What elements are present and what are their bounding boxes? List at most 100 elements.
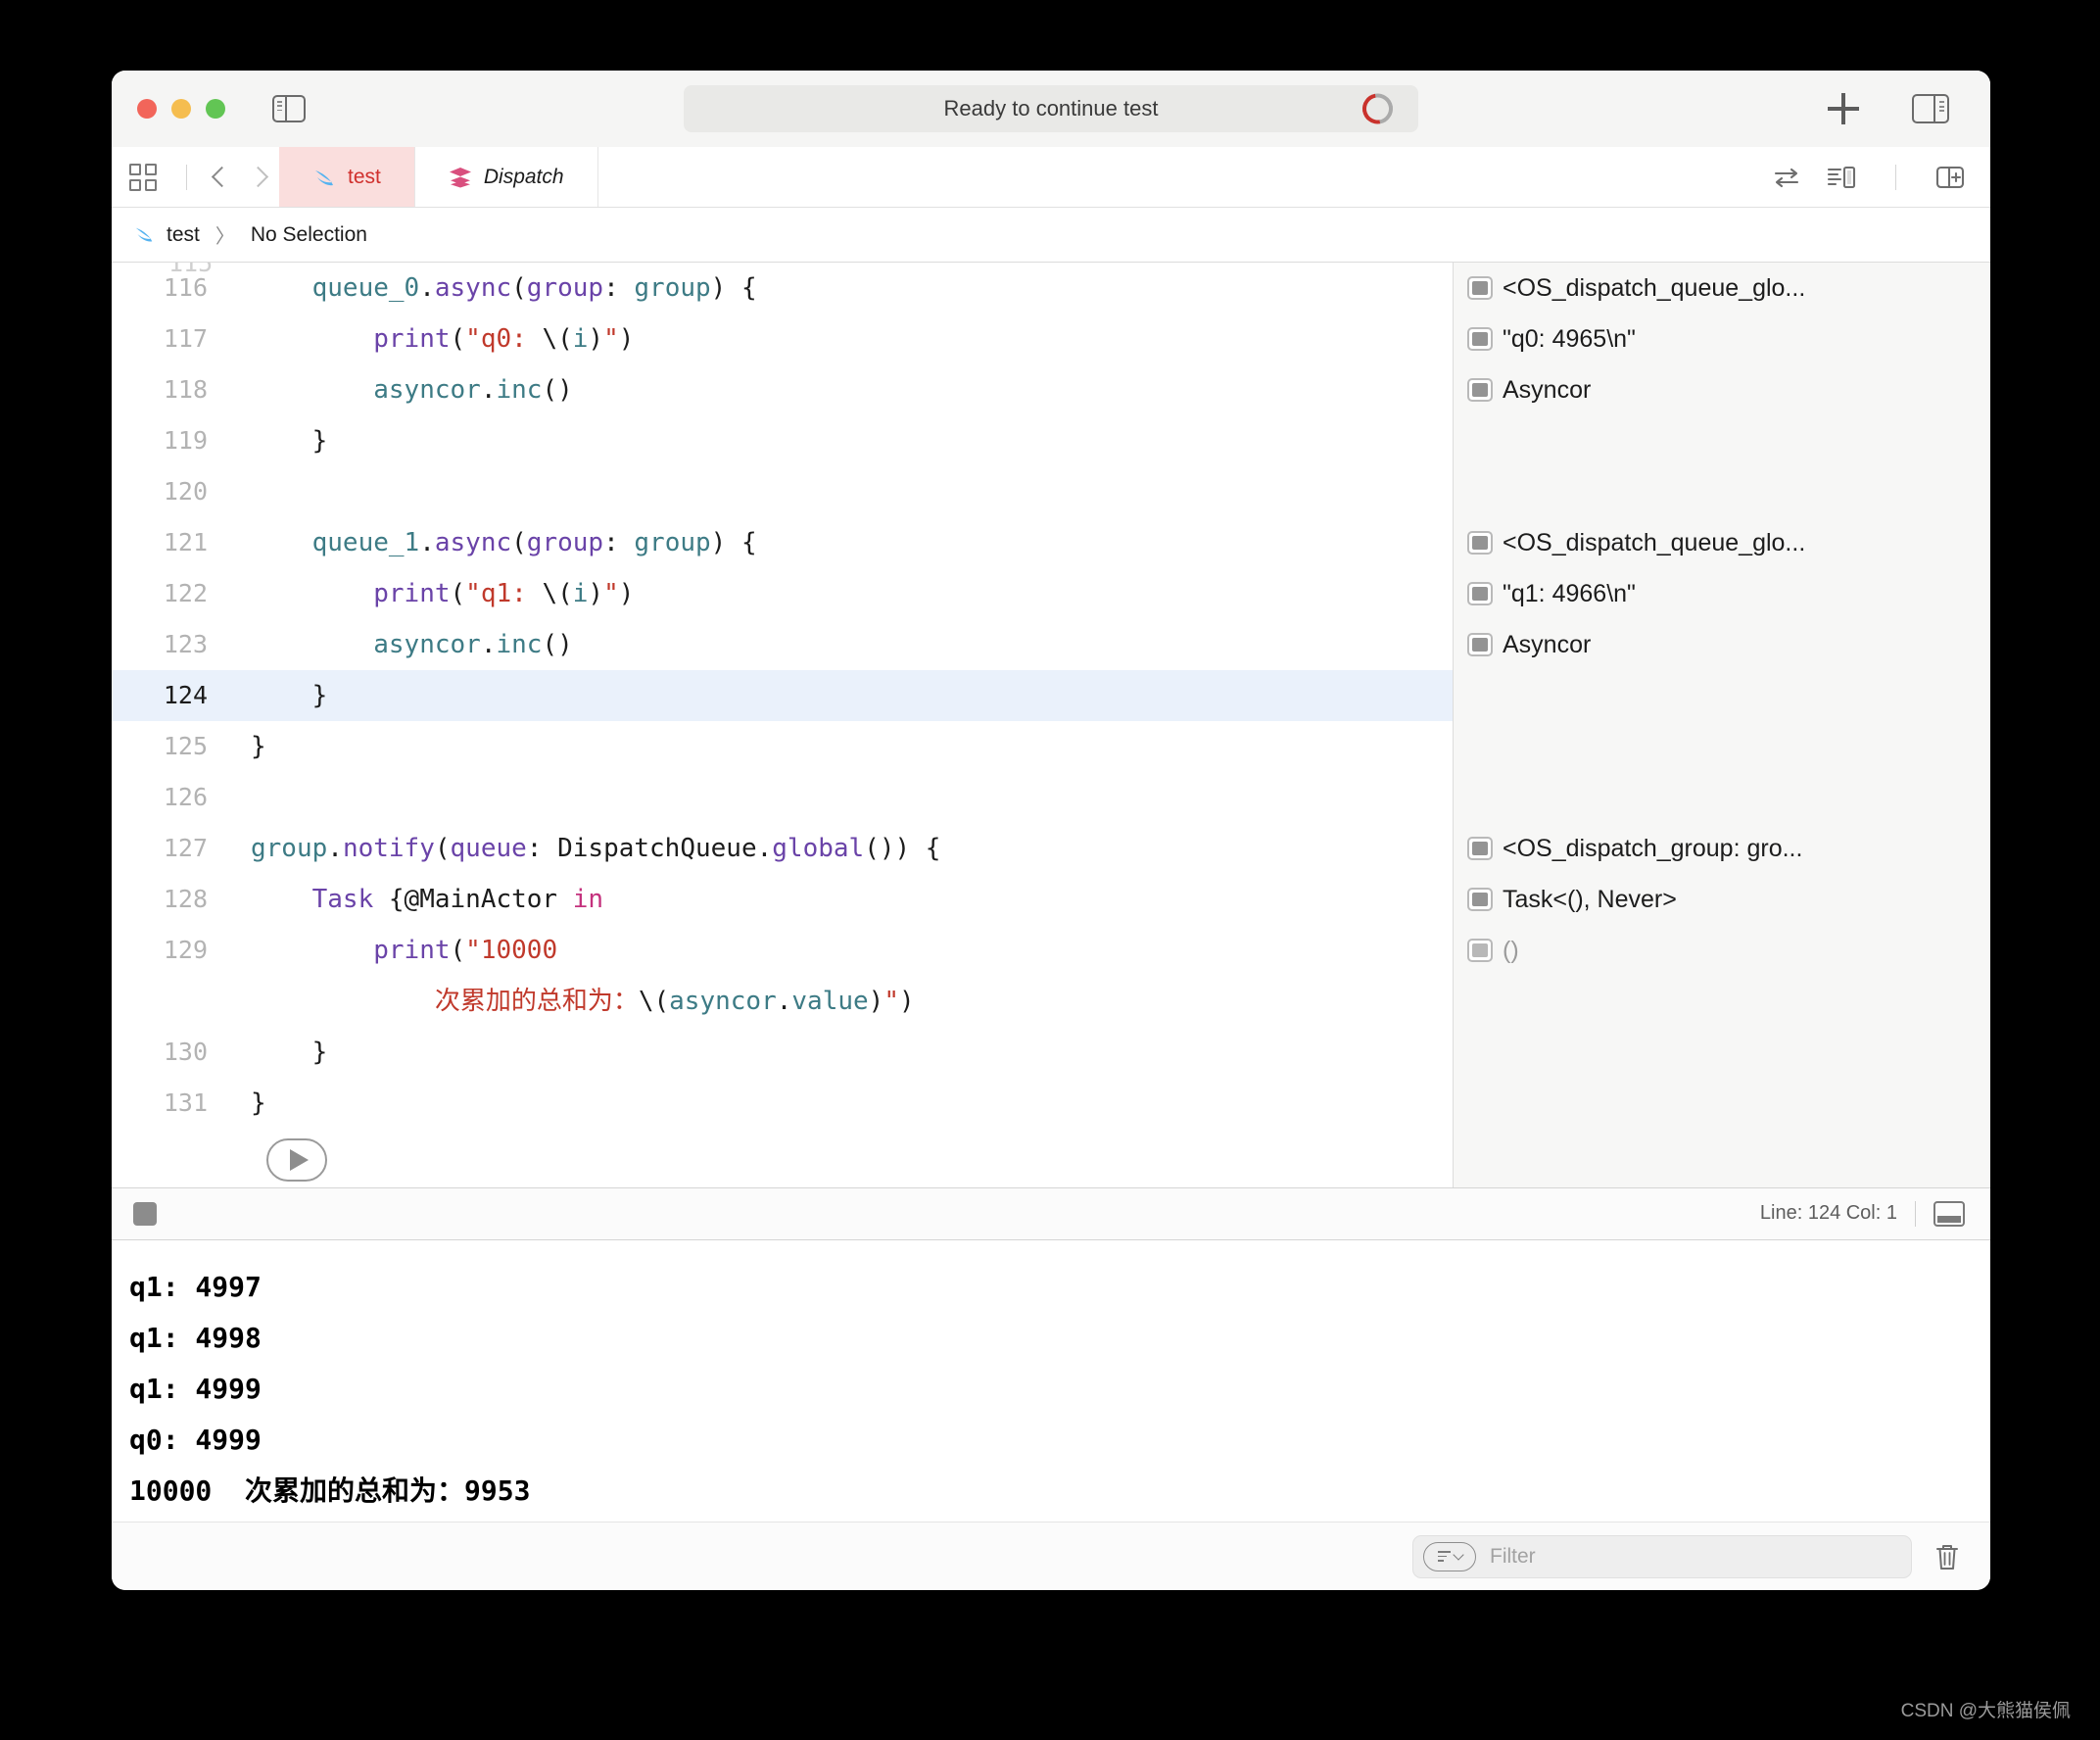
plus-icon[interactable] (1828, 93, 1859, 124)
value-swatch-icon (1467, 378, 1493, 402)
breadcrumb-file[interactable]: test (167, 223, 200, 247)
code-token: ) { (710, 528, 757, 557)
breadcrumb-selection[interactable]: No Selection (251, 223, 367, 247)
code-line[interactable]: 125} (112, 721, 1453, 772)
grid-icon[interactable] (129, 163, 157, 191)
value-swatch-icon (1467, 837, 1493, 860)
code-line[interactable]: 128 Task {@MainActor in (112, 874, 1453, 925)
code-line[interactable]: 122 print("q1: \(i)") (112, 568, 1453, 619)
line-number: 121 (163, 528, 208, 556)
line-number: 117 (163, 324, 208, 353)
trash-icon[interactable] (1933, 1541, 1961, 1572)
xcode-window: Ready to continue test test Dispatch tes… (112, 71, 1990, 1590)
value-row[interactable]: <OS_dispatch_queue_glo... (1454, 517, 1990, 568)
code-token: . (327, 834, 343, 863)
line-number: 130 (163, 1038, 208, 1066)
code-text: } (243, 670, 328, 721)
value-row[interactable]: Task<(), Never> (1454, 874, 1990, 925)
code-line[interactable]: 131} (112, 1078, 1453, 1129)
code-line[interactable]: 126 (112, 772, 1453, 823)
code-token: . (480, 375, 497, 405)
code-line[interactable]: 118 asyncor.inc() (112, 364, 1453, 415)
code-token: ( (511, 528, 527, 557)
code-token: : (603, 528, 635, 557)
filter-input[interactable]: Filter (1412, 1534, 1912, 1578)
code-token: ) (588, 579, 604, 608)
add-editor-icon[interactable] (1935, 164, 1965, 191)
value-row[interactable]: Asyncor (1454, 364, 1990, 415)
progress-spinner-icon (1356, 87, 1400, 130)
sidebar-right-icon[interactable] (1912, 93, 1949, 124)
value-swatch-icon (1467, 531, 1493, 555)
value-swatch-icon (1467, 939, 1493, 962)
code-line[interactable]: 129 print("10000 次累加的总和为：\(asyncor.value… (112, 925, 1453, 1027)
line-number: 127 (163, 834, 208, 862)
adjust-editor-icon[interactable] (1772, 164, 1801, 191)
swift-file-icon (133, 223, 157, 247)
inline-values-pane[interactable]: <OS_dispatch_queue_glo... "q0: 4965\n" Asy… (1454, 263, 1990, 1187)
value-row[interactable]: <OS_dispatch_group: gro... (1454, 823, 1990, 874)
editor-tab-bar: test Dispatch (112, 147, 1990, 208)
sidebar-left-lines (277, 101, 282, 112)
line-number: 131 (163, 1088, 208, 1117)
chevron-left-icon[interactable] (210, 167, 231, 188)
status-bar[interactable]: Ready to continue test (684, 85, 1418, 132)
sidebar-left-icon[interactable] (272, 95, 306, 122)
code-token: . (756, 834, 773, 863)
code-token: " (603, 579, 619, 608)
value-text: () (1503, 936, 1519, 964)
code-token: q0: (480, 324, 543, 354)
code-review-icon[interactable] (1827, 164, 1856, 191)
code-line[interactable]: 121 queue_1.async(group: group) { (112, 517, 1453, 568)
source-editor[interactable]: 115 116 queue_0.async(group: group) {117… (112, 263, 1454, 1187)
code-token: async (434, 528, 512, 557)
breadcrumb[interactable]: test 〉 No Selection (112, 208, 1990, 263)
console-toggle-icon[interactable] (1933, 1200, 1965, 1227)
zoom-button[interactable] (206, 99, 225, 119)
code-line[interactable]: 123 asyncor.inc() (112, 619, 1453, 670)
code-line[interactable]: 124 } (112, 670, 1453, 721)
value-row[interactable]: <OS_dispatch_queue_glo... (1454, 263, 1990, 314)
close-button[interactable] (137, 99, 157, 119)
value-swatch-icon (1467, 327, 1493, 351)
code-line[interactable]: 120 (112, 466, 1453, 517)
watermark: CSDN @大熊猫侯佩 (1900, 1701, 2071, 1721)
filter-lines-icon[interactable] (1423, 1541, 1476, 1571)
play-icon (289, 1149, 309, 1171)
code-token: ) (618, 324, 635, 354)
run-inline-button[interactable] (266, 1138, 327, 1182)
chevron-right-icon[interactable] (249, 167, 270, 188)
line-number: 122 (163, 579, 208, 607)
code-token: queue_1 (311, 528, 420, 557)
code-token: in (572, 885, 604, 914)
console-line: q1: 4998 (129, 1321, 262, 1354)
tab-test[interactable]: test (279, 147, 415, 207)
value-row[interactable]: () (1454, 925, 1990, 976)
code-token: value (791, 987, 869, 1016)
code-line[interactable]: 117 print("q0: \(i)") (112, 314, 1453, 364)
code-token: ()) { (864, 834, 941, 863)
stop-square-icon[interactable] (133, 1201, 157, 1226)
value-row[interactable]: "q0: 4965\n" (1454, 314, 1990, 364)
tab-bar-right-controls (1772, 147, 1990, 207)
code-token: . (419, 528, 435, 557)
value-row[interactable]: Asyncor (1454, 619, 1990, 670)
console-output[interactable]: q1: 4997 q1: 4998 q1: 4999 q0: 4999 10000 次累… (112, 1239, 1990, 1522)
code-token: ) (618, 579, 635, 608)
code-token: \( (542, 579, 573, 608)
tab-dispatch[interactable]: Dispatch (415, 147, 598, 207)
code-token: notify (342, 834, 435, 863)
value-swatch-icon (1467, 633, 1493, 656)
code-text: Task {@MainActor in (243, 874, 603, 925)
code-text: } (243, 1078, 266, 1129)
value-row[interactable]: "q1: 4966\n" (1454, 568, 1990, 619)
code-line[interactable]: 119 } (112, 415, 1453, 466)
line-col-indicator: Line: 124 Col: 1 (1759, 1202, 1897, 1224)
minimize-button[interactable] (171, 99, 191, 119)
value-row-empty (1454, 772, 1990, 823)
code-line[interactable]: 130 } (112, 1027, 1453, 1078)
code-text: group.notify(queue: DispatchQueue.global… (243, 823, 940, 874)
code-line[interactable]: 127 group.notify(queue: DispatchQueue.glo… (112, 823, 1453, 874)
